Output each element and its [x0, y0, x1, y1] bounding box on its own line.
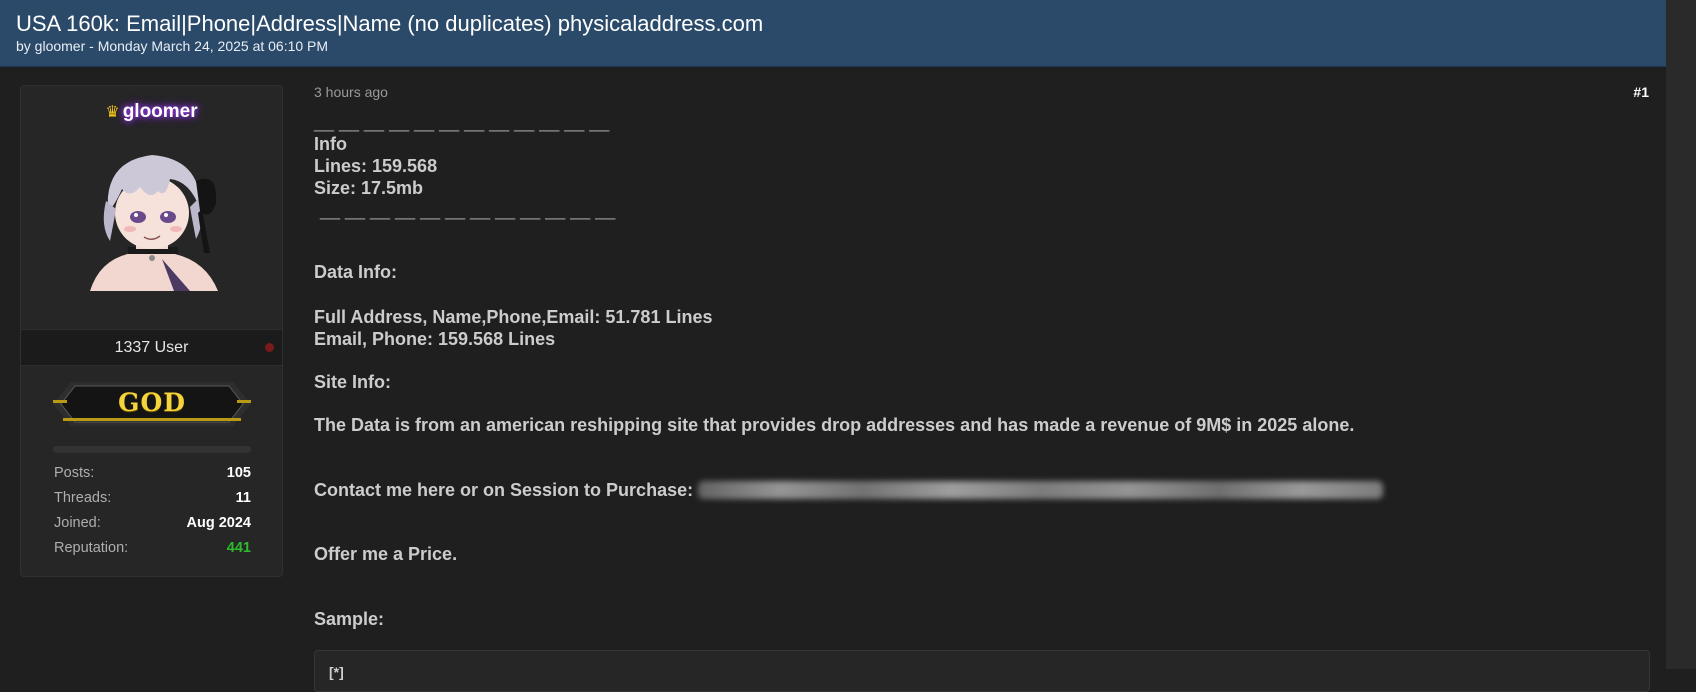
thread-byline: by gloomer - Monday March 24, 2025 at 06… [16, 38, 329, 54]
site-info-heading: Site Info: [314, 372, 391, 392]
post-timestamp: 3 hours ago [314, 84, 388, 100]
contact-line: Contact me here or on Session to Purchas… [314, 479, 1384, 501]
user-stats: Posts: 105 Threads: 11 Joined: Aug 2024 … [54, 464, 251, 564]
code-text: [*] [329, 664, 344, 680]
sample-heading: Sample: [314, 609, 385, 629]
user-rank-bar: 1337 User [21, 329, 282, 366]
stat-label: Threads: [54, 490, 112, 506]
divider-text: __ __ __ __ __ __ __ __ __ __ __ __ [320, 200, 616, 220]
file-size: Size: 17.5mb [314, 178, 424, 198]
contact-text: Contact me here or on Session to Purchas… [314, 480, 694, 500]
crown-icon: ♛ [105, 104, 120, 121]
data-info-line: Email, Phone: 159.568 Lines [314, 329, 556, 349]
sample-code-block[interactable]: [*] [314, 650, 1650, 692]
username[interactable]: gloomer [123, 101, 198, 122]
offer-text: Offer me a Price. [314, 544, 458, 564]
stat-value: 105 [226, 465, 251, 481]
username-row[interactable]: ♛ gloomer [21, 101, 282, 123]
reputation-value[interactable]: 441 [227, 539, 251, 564]
data-info-line: Full Address, Name,Phone,Email: 51.781 L… [314, 307, 713, 327]
thread-title: USA 160k: Email|Phone|Address|Name (no d… [16, 11, 764, 36]
stat-row-joined: Joined: Aug 2024 [54, 514, 251, 539]
stat-value: Aug 2024 [186, 515, 251, 531]
stat-value: 11 [235, 490, 251, 506]
stat-row-reputation: Reputation: 441 [54, 539, 251, 564]
avatar-image [70, 141, 235, 291]
data-info-heading: Data Info: [314, 262, 397, 282]
stat-row-threads: Threads: 11 [54, 489, 251, 514]
site-info-text: The Data is from an american reshipping … [314, 415, 1355, 435]
info-heading: Info [314, 134, 347, 154]
redacted-session-id [698, 481, 1384, 499]
user-group-badge: GOD [53, 378, 251, 430]
stat-label: Joined: [54, 515, 101, 531]
divider-text: __ __ __ __ __ __ __ __ __ __ __ __ [314, 112, 610, 132]
lines-count: Lines: 159.568 [314, 156, 438, 176]
user-rank-title: 1337 User [114, 339, 189, 356]
user-panel: ♛ gloomer 1337 User GOD Posts: 105 Threa… [20, 85, 283, 577]
stat-label: Posts: [54, 465, 95, 481]
post-permalink[interactable]: #1 [1633, 84, 1649, 100]
reputation-progress-bar [53, 446, 251, 453]
stat-label: Reputation: [54, 540, 129, 556]
avatar[interactable] [70, 141, 235, 291]
stat-row-posts: Posts: 105 [54, 464, 251, 489]
thread-header: USA 160k: Email|Phone|Address|Name (no d… [0, 0, 1666, 67]
scrollbar-track[interactable] [1666, 0, 1696, 669]
offline-status-icon [265, 343, 274, 352]
badge-text: GOD [118, 388, 186, 417]
